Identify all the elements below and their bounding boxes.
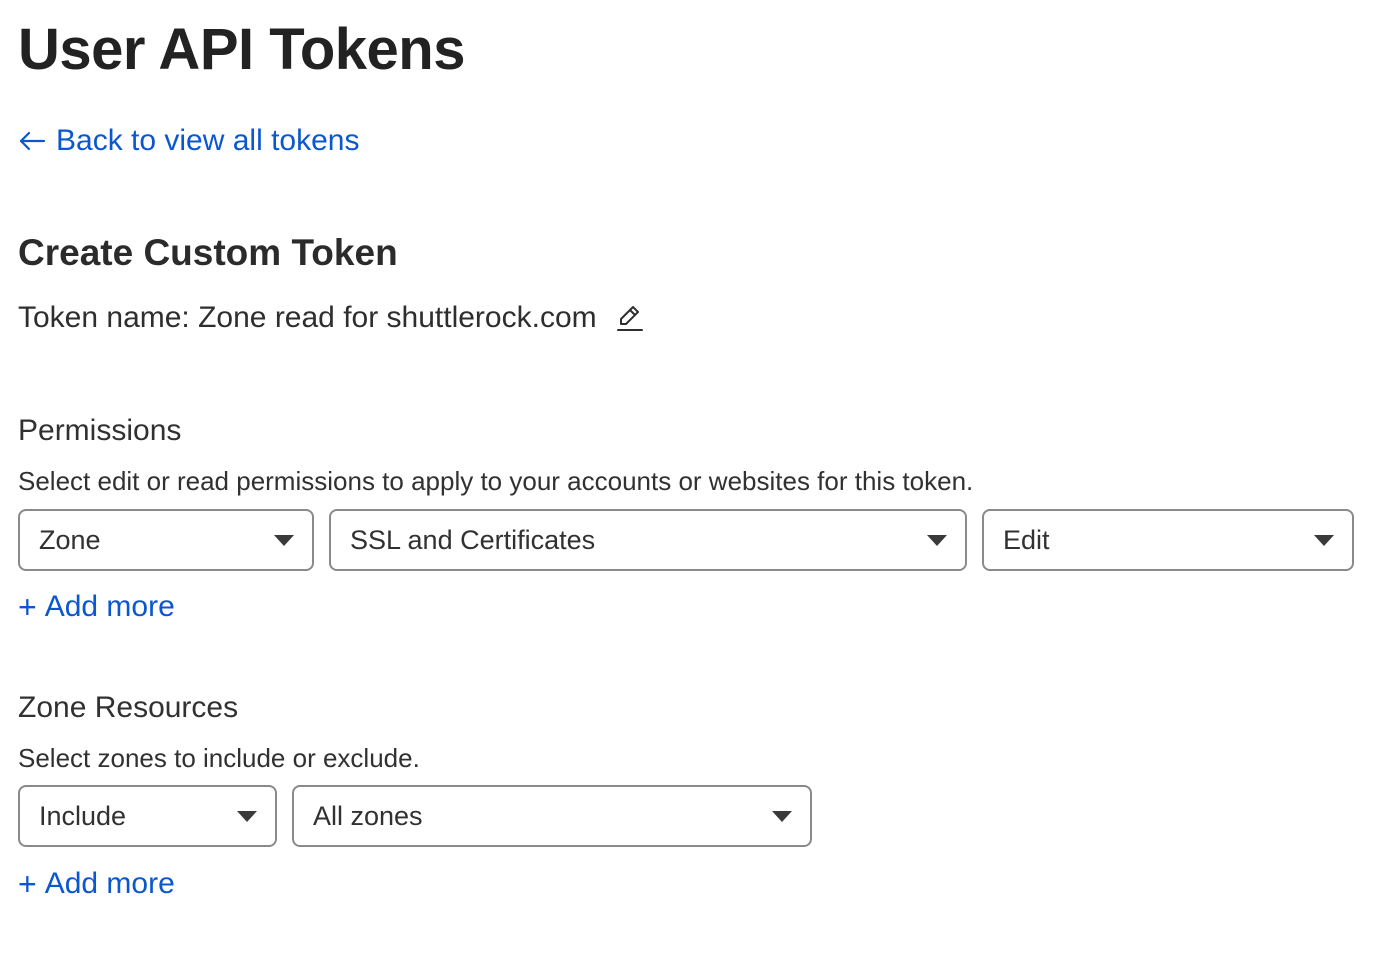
page-title: User API Tokens [18, 17, 465, 82]
add-more-zones-button[interactable]: + Add more [18, 865, 175, 903]
permissions-label: Permissions [18, 414, 182, 447]
zone-resources-description: Select zones to include or exclude. [18, 743, 420, 773]
caret-down-icon [772, 810, 792, 822]
permission-scope-value: Zone [39, 524, 101, 555]
caret-down-icon [927, 534, 947, 546]
create-token-page: User API Tokens Back to view all tokens … [0, 0, 1400, 962]
zone-target-value: All zones [313, 800, 423, 831]
zone-target-select[interactable]: All zones [292, 785, 812, 847]
zone-operator-select[interactable]: Include [18, 785, 277, 847]
plus-icon: + [18, 866, 37, 902]
caret-down-icon [1314, 534, 1334, 546]
back-link-label: Back to view all tokens [56, 124, 360, 157]
permission-access-select[interactable]: Edit [982, 509, 1354, 571]
plus-icon: + [18, 589, 37, 625]
add-more-permissions-button[interactable]: + Add more [18, 588, 175, 626]
zone-resources-label: Zone Resources [18, 691, 239, 724]
caret-down-icon [274, 534, 294, 546]
permissions-description: Select edit or read permissions to apply… [18, 466, 974, 496]
token-name-text: Token name: Zone read for shuttlerock.co… [18, 301, 597, 334]
pencil-icon [616, 306, 643, 331]
zone-operator-value: Include [39, 800, 127, 831]
edit-token-name-button[interactable] [615, 302, 645, 334]
form-title: Create Custom Token [18, 232, 398, 273]
caret-down-icon [237, 810, 257, 822]
arrow-left-icon [19, 131, 46, 151]
token-name-row: Token name: Zone read for shuttlerock.co… [18, 298, 645, 338]
permission-type-select[interactable]: SSL and Certificates [329, 509, 967, 571]
add-more-label: Add more [44, 867, 175, 900]
back-to-tokens-link[interactable]: Back to view all tokens [18, 122, 359, 160]
add-more-label: Add more [44, 590, 175, 623]
permission-type-value: SSL and Certificates [350, 524, 596, 555]
permission-access-value: Edit [1003, 524, 1050, 555]
permission-scope-select[interactable]: Zone [18, 509, 314, 571]
